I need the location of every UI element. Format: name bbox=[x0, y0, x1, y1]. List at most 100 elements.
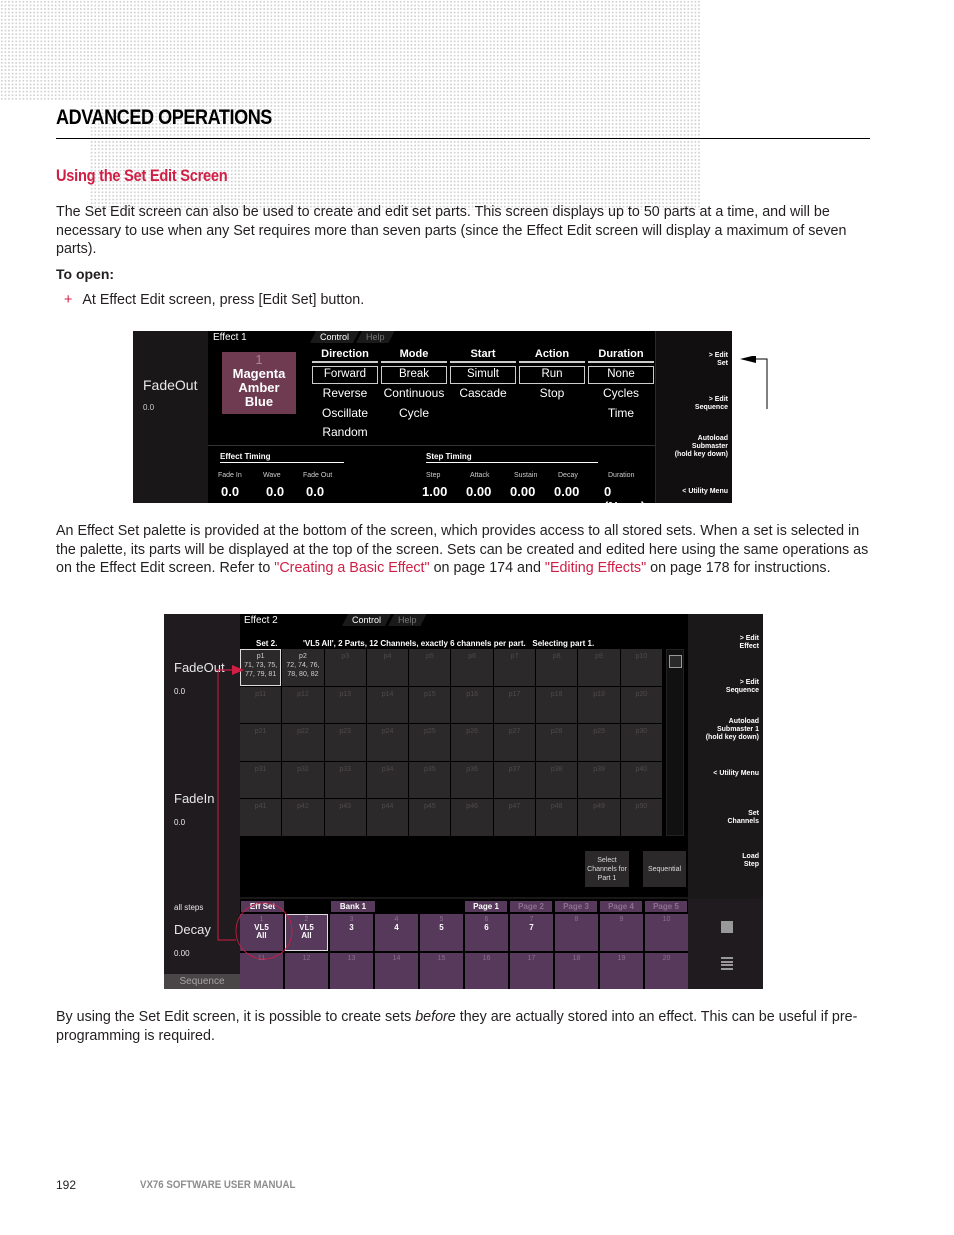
palette-cell[interactable]: 13 bbox=[330, 952, 373, 989]
part-cell[interactable]: p14 bbox=[366, 686, 409, 724]
part-cell[interactable]: p16 bbox=[451, 686, 493, 724]
palette-cell[interactable]: 19 bbox=[600, 952, 643, 989]
option[interactable]: Reverse bbox=[310, 384, 380, 404]
page-button[interactable]: Page 1 bbox=[465, 901, 507, 912]
selected-option[interactable]: Forward bbox=[312, 366, 378, 384]
utility-menu-button[interactable]: < Utility Menu bbox=[713, 770, 759, 778]
part-cell[interactable]: p43 bbox=[324, 799, 366, 836]
list-icon[interactable] bbox=[721, 957, 733, 971]
part-cell[interactable]: p6 bbox=[451, 649, 493, 686]
selected-option[interactable]: Simult bbox=[450, 366, 516, 384]
part-cell[interactable]: p17 bbox=[493, 686, 536, 724]
part-cell[interactable]: p15 bbox=[409, 686, 451, 724]
part-cell[interactable]: p25 bbox=[409, 724, 451, 761]
edit-sequence-button[interactable]: > Edit Sequence bbox=[726, 679, 759, 695]
palette-cell[interactable]: 16 bbox=[465, 952, 508, 989]
part-cell[interactable]: p37 bbox=[493, 761, 536, 799]
part-cell[interactable]: p44 bbox=[366, 799, 409, 836]
part-cell[interactable]: p7 bbox=[493, 649, 536, 686]
part-cell[interactable]: p28 bbox=[536, 724, 578, 761]
part-cell[interactable]: p40 bbox=[620, 761, 662, 799]
palette-cell[interactable]: 14 bbox=[375, 952, 418, 989]
part-cell[interactable]: p48 bbox=[536, 799, 578, 836]
page-button[interactable]: Page 3 bbox=[555, 901, 597, 912]
part-cell[interactable]: p5 bbox=[409, 649, 451, 686]
bank-button[interactable]: Bank 1 bbox=[331, 901, 375, 912]
timing-value[interactable]: 0.00 bbox=[466, 484, 491, 499]
palette-cell[interactable]: 44 bbox=[375, 914, 418, 951]
part-cell[interactable]: p39 bbox=[578, 761, 620, 799]
palette-cell[interactable]: 17 bbox=[510, 952, 553, 989]
option[interactable]: Random bbox=[310, 423, 380, 443]
part-cell[interactable]: p26 bbox=[451, 724, 493, 761]
edit-sequence-button[interactable]: > Edit Sequence bbox=[695, 396, 728, 412]
part-cell[interactable]: p35 bbox=[409, 761, 451, 799]
part-cell[interactable]: p38 bbox=[536, 761, 578, 799]
option[interactable]: Oscillate bbox=[310, 404, 380, 424]
option[interactable]: Cycles bbox=[586, 384, 656, 404]
palette-cell[interactable]: 55 bbox=[420, 914, 463, 951]
load-step-button[interactable]: Load Step bbox=[742, 853, 759, 869]
timing-value[interactable]: 1.00 bbox=[422, 484, 447, 499]
timing-value[interactable]: 0 (None) bbox=[604, 484, 655, 503]
scroll-thumb[interactable] bbox=[669, 655, 682, 668]
part-cell[interactable]: p49 bbox=[578, 799, 620, 836]
option[interactable]: Cycle bbox=[379, 404, 449, 424]
part-cell[interactable]: p30 bbox=[620, 724, 662, 761]
edit-effect-button[interactable]: > Edit Effect bbox=[740, 635, 759, 651]
autoload-submaster-button[interactable]: Autoload Submaster (hold key down) bbox=[675, 435, 728, 459]
palette-cell[interactable]: 15 bbox=[420, 952, 463, 989]
selected-option[interactable]: Run bbox=[519, 366, 585, 384]
stop-square-icon[interactable] bbox=[721, 921, 733, 933]
tab-control[interactable]: Control bbox=[310, 331, 359, 343]
utility-menu-button[interactable]: < Utility Menu bbox=[682, 488, 728, 496]
part-cell[interactable]: p19 bbox=[578, 686, 620, 724]
part-cell[interactable]: p47 bbox=[493, 799, 536, 836]
page-button[interactable]: Page 2 bbox=[510, 901, 552, 912]
option[interactable]: Cascade bbox=[448, 384, 518, 404]
part-cell[interactable]: p50 bbox=[620, 799, 662, 836]
palette-cell[interactable]: 77 bbox=[510, 914, 553, 951]
palette-cell[interactable]: 8 bbox=[555, 914, 598, 951]
part-cell[interactable]: p9 bbox=[578, 649, 620, 686]
timing-value[interactable]: 0.0 bbox=[266, 484, 284, 499]
page-button[interactable]: Page 4 bbox=[600, 901, 642, 912]
timing-value[interactable]: 0.00 bbox=[554, 484, 579, 499]
timing-value[interactable]: 0.0 bbox=[306, 484, 324, 499]
link-editing-effects[interactable]: "Editing Effects" bbox=[545, 560, 646, 576]
tab-help[interactable]: Help bbox=[388, 614, 427, 626]
edit-set-button[interactable]: > Edit Set bbox=[709, 352, 728, 368]
part-cell[interactable]: p29 bbox=[578, 724, 620, 761]
scrollbar[interactable] bbox=[666, 649, 684, 836]
part-cell[interactable]: p3 bbox=[324, 649, 366, 686]
selected-option[interactable]: Break bbox=[381, 366, 447, 384]
part-cell[interactable]: p20 bbox=[620, 686, 662, 724]
palette-cell[interactable]: 33 bbox=[330, 914, 373, 951]
timing-value[interactable]: 0.0 bbox=[221, 484, 239, 499]
set-color-button[interactable]: 1 Magenta Amber Blue bbox=[222, 352, 296, 414]
set-channels-button[interactable]: Set Channels bbox=[727, 810, 759, 826]
tab-help[interactable]: Help bbox=[356, 331, 395, 343]
part-cell[interactable]: p23 bbox=[324, 724, 366, 761]
part-cell[interactable]: p8 bbox=[536, 649, 578, 686]
page-button[interactable]: Page 5 bbox=[645, 901, 687, 912]
part-cell[interactable]: p24 bbox=[366, 724, 409, 761]
timing-value[interactable]: 0.00 bbox=[510, 484, 535, 499]
part-cell[interactable]: p10 bbox=[620, 649, 662, 686]
part-cell[interactable]: p18 bbox=[536, 686, 578, 724]
option[interactable]: Time bbox=[586, 404, 656, 424]
part-cell[interactable]: p27 bbox=[493, 724, 536, 761]
link-creating-basic-effect[interactable]: "Creating a Basic Effect" bbox=[274, 560, 429, 576]
part-cell[interactable]: p13 bbox=[324, 686, 366, 724]
option[interactable]: Continuous bbox=[379, 384, 449, 404]
part-cell[interactable]: p4 bbox=[366, 649, 409, 686]
select-channels-button[interactable]: Select Channels for Part 1 bbox=[585, 851, 629, 887]
palette-cell[interactable]: 66 bbox=[465, 914, 508, 951]
tab-control[interactable]: Control bbox=[342, 614, 391, 626]
palette-cell[interactable]: 10 bbox=[645, 914, 688, 951]
option[interactable]: Stop bbox=[517, 384, 587, 404]
part-cell[interactable]: p36 bbox=[451, 761, 493, 799]
palette-cell[interactable]: 20 bbox=[645, 952, 688, 989]
autoload-submaster-button[interactable]: Autoload Submaster 1 (hold key down) bbox=[706, 718, 759, 742]
palette-cell[interactable]: 9 bbox=[600, 914, 643, 951]
